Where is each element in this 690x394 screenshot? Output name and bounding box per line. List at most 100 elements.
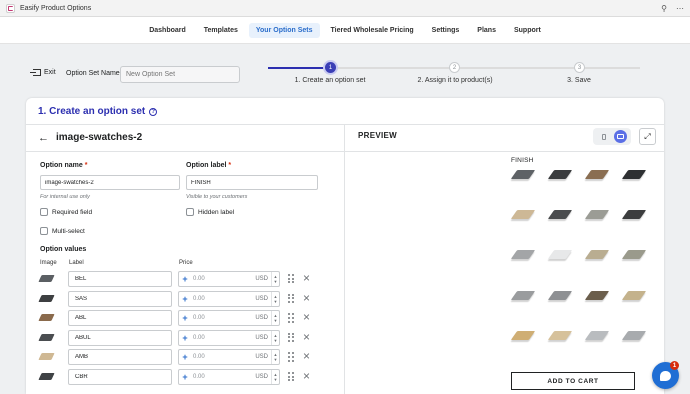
- value-label-input[interactable]: [68, 271, 172, 287]
- chevron-down-icon[interactable]: ▼: [274, 299, 278, 304]
- preview-swatch[interactable]: [584, 169, 610, 182]
- checkbox[interactable]: [40, 208, 48, 216]
- chevron-down-icon[interactable]: ▼: [274, 377, 278, 382]
- drag-handle-icon[interactable]: [288, 274, 294, 284]
- price-value[interactable]: 0.00: [191, 315, 255, 321]
- price-stepper[interactable]: ▲ ▼: [271, 370, 279, 384]
- price-field[interactable]: +0.00 USD ▲ ▼: [178, 349, 280, 366]
- checkbox[interactable]: [40, 227, 48, 235]
- chevron-down-icon[interactable]: ▼: [274, 357, 278, 362]
- preview-swatch[interactable]: [547, 169, 573, 182]
- tab-dashboard[interactable]: Dashboard: [142, 23, 193, 38]
- remove-value-icon[interactable]: ×: [303, 330, 310, 344]
- option-value-row: +0.00USD▲▼ ×: [26, 368, 344, 386]
- drag-handle-icon[interactable]: [288, 332, 294, 343]
- price-value[interactable]: 0.00: [191, 354, 255, 360]
- drag-handle-icon[interactable]: [288, 313, 294, 323]
- drag-handle-icon[interactable]: [288, 372, 294, 382]
- value-label-input[interactable]: [68, 290, 172, 307]
- price-stepper[interactable]: ▲ ▼: [271, 272, 279, 286]
- preview-swatch[interactable]: [547, 209, 573, 222]
- help-icon[interactable]: ?: [149, 107, 158, 116]
- price-stepper[interactable]: ▲ ▼: [271, 330, 279, 345]
- preview-swatch[interactable]: [621, 290, 647, 303]
- required-field-checkbox[interactable]: Required field: [40, 208, 92, 216]
- remove-value-icon[interactable]: ×: [303, 271, 310, 285]
- chevron-down-icon[interactable]: ▼: [274, 338, 278, 343]
- preview-swatch[interactable]: [510, 169, 536, 182]
- tab-templates[interactable]: Templates: [197, 23, 245, 38]
- plus-icon[interactable]: +: [179, 313, 191, 323]
- swatch-thumbnail[interactable]: [38, 353, 55, 361]
- remove-value-icon[interactable]: ×: [303, 349, 310, 363]
- preview-swatch[interactable]: [510, 249, 536, 262]
- price-value[interactable]: 0.00: [191, 276, 255, 282]
- expand-button[interactable]: ⤢: [639, 128, 656, 145]
- set-name-input[interactable]: [120, 66, 240, 83]
- tab-support[interactable]: Support: [507, 23, 548, 38]
- checkbox[interactable]: [186, 208, 194, 216]
- drag-handle-icon[interactable]: [288, 293, 294, 304]
- plus-icon[interactable]: +: [179, 294, 191, 304]
- preview-swatch[interactable]: [621, 249, 647, 262]
- back-arrow-icon[interactable]: ←: [38, 132, 49, 144]
- price-stepper[interactable]: ▲ ▼: [271, 291, 279, 306]
- price-field[interactable]: +0.00 USD ▲ ▼: [178, 369, 280, 385]
- plus-icon[interactable]: +: [179, 372, 191, 382]
- preview-swatch[interactable]: [547, 249, 573, 262]
- hidden-label-checkbox[interactable]: Hidden label: [186, 208, 234, 216]
- price-value[interactable]: 0.00: [191, 335, 255, 341]
- price-stepper[interactable]: ▲ ▼: [271, 350, 279, 365]
- remove-value-icon[interactable]: ×: [303, 369, 310, 383]
- preview-swatch[interactable]: [547, 330, 573, 343]
- option-label-input[interactable]: [186, 175, 318, 190]
- preview-swatch[interactable]: [621, 169, 647, 182]
- swatch-thumbnail[interactable]: [38, 314, 55, 322]
- multi-select-checkbox[interactable]: Multi-select: [40, 227, 85, 235]
- preview-swatch[interactable]: [584, 290, 610, 303]
- preview-swatch[interactable]: [621, 209, 647, 222]
- price-value[interactable]: 0.00: [191, 374, 255, 380]
- tab-plans[interactable]: Plans: [470, 23, 503, 38]
- add-to-cart-button[interactable]: ADD TO CART: [511, 372, 635, 390]
- preview-swatch[interactable]: [547, 290, 573, 303]
- pin-icon[interactable]: ⚲: [661, 4, 667, 13]
- preview-swatch[interactable]: [510, 330, 536, 343]
- plus-icon[interactable]: +: [179, 333, 191, 343]
- exit-button[interactable]: Exit: [30, 69, 56, 76]
- option-name-input[interactable]: [40, 175, 180, 190]
- preview-swatch[interactable]: [510, 290, 536, 303]
- tab-your-option-sets[interactable]: Your Option Sets: [248, 22, 320, 38]
- value-label-input[interactable]: [68, 310, 172, 327]
- desktop-view-button[interactable]: [613, 130, 627, 143]
- swatch-thumbnail[interactable]: [38, 294, 55, 302]
- preview-swatch[interactable]: [584, 209, 610, 222]
- preview-swatch[interactable]: [510, 209, 536, 222]
- chevron-down-icon[interactable]: ▼: [274, 279, 278, 284]
- swatch-thumbnail[interactable]: [38, 275, 55, 282]
- tab-tiered-wholesale-pricing[interactable]: Tiered Wholesale Pricing: [324, 23, 421, 38]
- plus-icon[interactable]: +: [179, 352, 191, 362]
- plus-icon[interactable]: +: [179, 274, 191, 284]
- tab-settings[interactable]: Settings: [425, 23, 467, 38]
- swatch-thumbnail[interactable]: [38, 373, 55, 380]
- more-icon[interactable]: ⋯: [676, 4, 684, 13]
- price-stepper[interactable]: ▲ ▼: [271, 311, 279, 326]
- value-label-input[interactable]: [68, 349, 172, 366]
- preview-swatch[interactable]: [621, 330, 647, 343]
- value-label-input[interactable]: [68, 329, 172, 346]
- chevron-down-icon[interactable]: ▼: [274, 318, 278, 323]
- drag-handle-icon[interactable]: [288, 352, 294, 362]
- remove-value-icon[interactable]: ×: [303, 291, 310, 305]
- value-label-input[interactable]: [68, 369, 172, 385]
- swatch-thumbnail[interactable]: [38, 333, 55, 341]
- preview-swatch[interactable]: [584, 330, 610, 343]
- price-field[interactable]: +0.00 USD ▲ ▼: [178, 329, 280, 346]
- preview-swatch[interactable]: [584, 249, 610, 262]
- price-field[interactable]: +0.00 USD ▲ ▼: [178, 271, 280, 287]
- price-field[interactable]: +0.00 USD ▲ ▼: [178, 290, 280, 307]
- price-value[interactable]: 0.00: [191, 296, 255, 302]
- remove-value-icon[interactable]: ×: [303, 310, 310, 324]
- price-field[interactable]: +0.00 USD ▲ ▼: [178, 310, 280, 327]
- mobile-view-button[interactable]: [598, 130, 611, 143]
